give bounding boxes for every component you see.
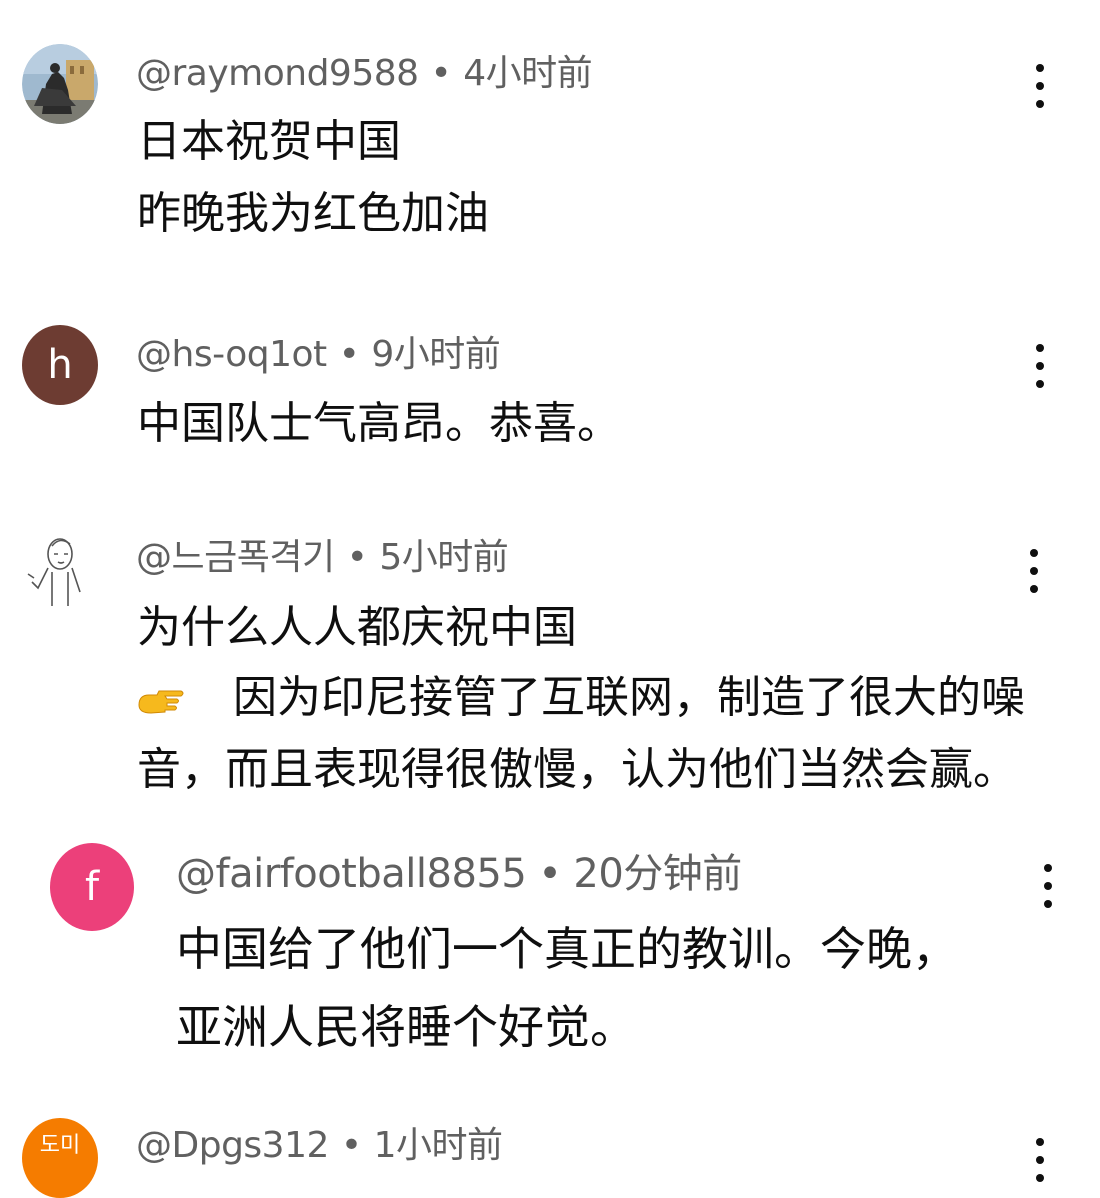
more-vertical-icon[interactable] xyxy=(1034,1138,1046,1182)
comment-time[interactable]: 1小时前 xyxy=(374,1125,503,1166)
meta-separator: • xyxy=(338,334,360,375)
meta-separator: • xyxy=(430,53,452,94)
user-avatar[interactable] xyxy=(22,532,98,612)
user-avatar[interactable]: 도미 xyxy=(22,1118,98,1198)
user-avatar[interactable]: h xyxy=(22,325,98,405)
comment-author[interactable]: @hs-oq1ot xyxy=(136,334,327,375)
comment-text-line: 为什么人人都庆祝中国 xyxy=(137,602,577,653)
comment-author[interactable]: @raymond9588 xyxy=(136,53,419,94)
comment-time[interactable]: 5小时前 xyxy=(379,537,508,578)
avatar-letter: f xyxy=(84,864,100,910)
statue-photo-avatar xyxy=(22,44,98,124)
avatar-letter: h xyxy=(47,342,73,388)
more-vertical-icon[interactable] xyxy=(1034,64,1046,108)
comment-time[interactable]: 4小时前 xyxy=(463,53,592,94)
pointing-hand-icon xyxy=(138,690,184,714)
comment-meta: @Dpgs312 • 1小时前 xyxy=(136,1128,503,1164)
sketch-avatar xyxy=(27,538,81,606)
comment-author[interactable]: @느금폭격기 xyxy=(136,537,335,578)
comment-text-line: 亚洲人民将睡个好觉。 xyxy=(176,1000,636,1054)
meta-separator: • xyxy=(538,851,562,897)
comment-meta: @fairfootball8855 • 20分钟前 xyxy=(176,854,742,894)
user-avatar[interactable]: f xyxy=(50,843,134,931)
comment-time[interactable]: 9小时前 xyxy=(371,334,500,375)
comment-text-span: 因为印尼接管了互联网，制造了很大的噪 xyxy=(233,672,1025,723)
comment-author[interactable]: @fairfootball8855 xyxy=(176,851,527,897)
more-vertical-icon[interactable] xyxy=(1034,344,1046,388)
comment-time[interactable]: 20分钟前 xyxy=(573,851,742,897)
meta-separator: • xyxy=(346,537,368,578)
comment-text-line: 音，而且表现得很傲慢，认为他们当然会赢。 xyxy=(137,744,1017,795)
more-vertical-icon[interactable] xyxy=(1042,864,1054,908)
comment-text-line-with-icon: 因为印尼接管了互联网，制造了很大的噪 xyxy=(137,676,1025,720)
meta-separator: • xyxy=(340,1125,362,1166)
comment-text-line: 中国队士气高昂。恭喜。 xyxy=(137,398,621,449)
comment-text-line: 日本祝贺中国 xyxy=(137,116,401,167)
comment-meta: @느금폭격기 • 5小时前 xyxy=(136,537,509,578)
comment-text-line: 中国给了他们一个真正的教训。今晚， xyxy=(176,922,958,976)
comment-meta: @hs-oq1ot • 9小时前 xyxy=(136,334,501,375)
user-avatar[interactable] xyxy=(22,44,98,124)
comment-text-line: 昨晚我为红色加油 xyxy=(137,188,489,239)
avatar-letter: 도미 xyxy=(39,1133,81,1158)
comment-meta: @raymond9588 • 4小时前 xyxy=(136,53,593,94)
more-vertical-icon[interactable] xyxy=(1028,549,1040,593)
comment-author[interactable]: @Dpgs312 xyxy=(136,1125,329,1166)
